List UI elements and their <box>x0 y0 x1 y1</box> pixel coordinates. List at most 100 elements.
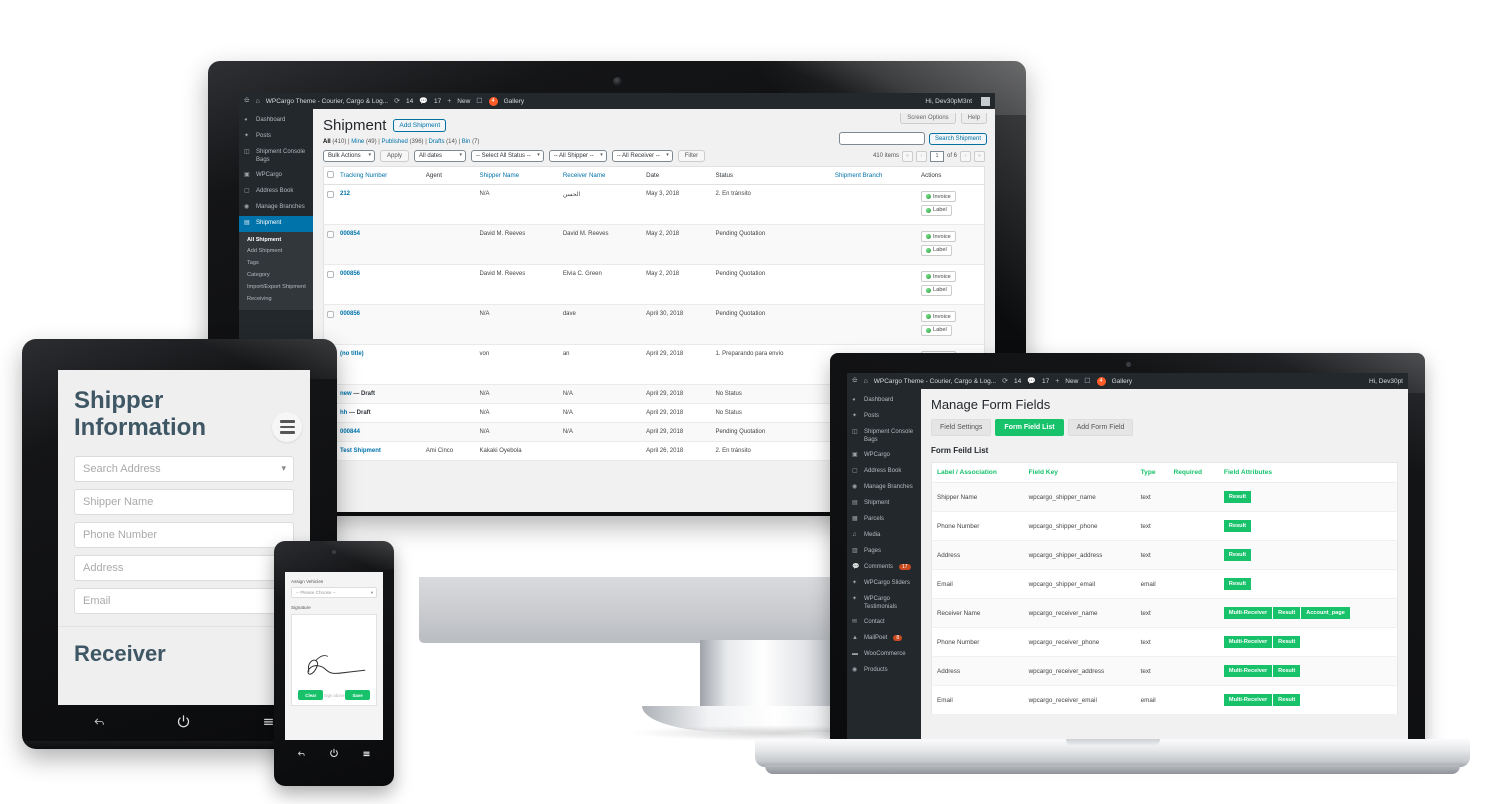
row-checkbox[interactable] <box>327 311 334 318</box>
sidebar-item-address-book[interactable]: ▢ Address Book <box>847 464 921 480</box>
sidebar-item-mailpoet[interactable]: ▲ MailPoet 8 <box>847 631 921 647</box>
avatar[interactable] <box>981 96 990 106</box>
sidebar-item-products[interactable]: ◉ Products <box>847 663 921 679</box>
invoice-button[interactable]: Invoice <box>921 311 956 322</box>
label-button[interactable]: Label <box>921 204 952 216</box>
last-page-button[interactable]: » <box>974 150 985 162</box>
view-link-bin[interactable]: Bin <box>462 139 472 145</box>
attribute-badge-result[interactable]: Result <box>1273 636 1301 648</box>
tab-form-field-list[interactable]: Form Field List <box>995 419 1064 436</box>
attribute-badge-multi-receiver[interactable]: Multi-Receiver <box>1223 636 1273 648</box>
power-icon[interactable] <box>329 748 339 758</box>
submenu-item-all-shipment[interactable]: All Shipment <box>239 234 313 246</box>
plus-icon[interactable]: + <box>447 98 451 105</box>
view-link-all[interactable]: All <box>323 139 332 145</box>
shipper-filter-select[interactable]: -- All Shipper -- <box>548 150 607 162</box>
shipment-link[interactable]: Test Shipment <box>340 448 381 454</box>
attribute-badge-result[interactable]: Result <box>1223 491 1252 503</box>
gallery-plugin-icon[interactable]: ☐ <box>1084 377 1090 385</box>
sidebar-item-shipment-console-bags[interactable]: ◫ Shipment Console Bags <box>239 145 313 168</box>
menu-overview-icon[interactable] <box>262 715 275 728</box>
search-input[interactable] <box>838 132 925 145</box>
tab-add-form-field[interactable]: Add Form Field <box>1067 419 1134 436</box>
attribute-badge-result[interactable]: Result <box>1273 694 1301 706</box>
notification-badge[interactable]: 4 <box>488 96 498 106</box>
sidebar-item-wpcargo[interactable]: ▣ WPCargo <box>847 448 921 464</box>
apply-button[interactable]: Apply <box>380 150 410 162</box>
shipper-name-input[interactable]: Shipper Name <box>74 488 294 515</box>
sidebar-item-comments[interactable]: 💬 Comments 17 <box>847 560 921 576</box>
column-header-shipper-name[interactable]: Shipper Name <box>476 166 560 185</box>
table-row[interactable]: 000856 David M. Reeves Elvia C. Green May 2… <box>323 264 985 305</box>
menu-overview-icon[interactable] <box>362 749 371 758</box>
row-checkbox[interactable] <box>327 231 334 238</box>
sidebar-item-shipment-console-bags[interactable]: ◫ Shipment Console Bags <box>847 425 921 448</box>
submenu-item-receiving[interactable]: Receiving <box>239 294 313 306</box>
add-shipment-button[interactable]: Add Shipment <box>393 119 447 132</box>
submenu-item-import-export-shipment[interactable]: Import/Export Shipment <box>239 282 313 294</box>
invoice-button[interactable]: Invoice <box>921 271 956 282</box>
label-button[interactable]: Label <box>921 284 952 296</box>
select-all-checkbox[interactable] <box>327 171 334 178</box>
clear-button[interactable]: Clear <box>298 690 324 700</box>
site-title[interactable]: WPCargo Theme - Courier, Cargo & Log... <box>266 98 388 105</box>
prev-page-button[interactable]: ‹ <box>915 150 927 162</box>
back-icon[interactable] <box>297 749 306 758</box>
sidebar-item-contact[interactable]: ✉ Contact <box>847 615 921 631</box>
comments-icon[interactable]: 💬 <box>419 97 428 105</box>
wordpress-logo-icon[interactable]: ⎒ <box>852 377 858 385</box>
sidebar-item-dashboard[interactable]: ◕ Dashboard <box>239 113 313 129</box>
sidebar-item-shipment[interactable]: ▤ Shipment <box>239 216 318 232</box>
bulk-actions-select[interactable]: Bulk Actions <box>323 150 375 162</box>
view-link-mine[interactable]: Mine <box>351 139 366 145</box>
shipper-address-input[interactable]: Address <box>74 554 294 581</box>
column-header-tracking-number[interactable]: Tracking Number <box>337 166 423 185</box>
shipment-link[interactable]: 000856 <box>340 311 360 317</box>
label-button[interactable]: Label <box>921 324 952 336</box>
submenu-item-category[interactable]: Category <box>239 270 313 282</box>
filter-button[interactable]: Filter <box>677 150 706 162</box>
sidebar-item-posts[interactable]: ✦ Posts <box>239 129 313 145</box>
gallery-plugin-icon[interactable]: ☐ <box>476 97 482 105</box>
sidebar-item-pages[interactable]: ▥ Pages <box>847 544 921 560</box>
shipper-email-input[interactable]: Email <box>74 587 294 614</box>
sidebar-item-dashboard[interactable]: ◕ Dashboard <box>847 393 921 409</box>
column-header-shipment-branch[interactable]: Shipment Branch <box>831 166 918 185</box>
attribute-badge-result[interactable]: Result <box>1223 578 1252 590</box>
attribute-badge-multi-receiver[interactable]: Multi-Receiver <box>1223 607 1273 619</box>
assign-vehicles-select[interactable]: -- Please Choose -- <box>291 587 377 598</box>
sidebar-item-address-book[interactable]: ▢ Address Book <box>239 184 313 200</box>
screen-options-button[interactable]: Screen Options <box>900 113 956 124</box>
sidebar-item-wpcargo-testimonials[interactable]: ✦ WPCargo Testimonials <box>847 592 921 615</box>
sidebar-item-woocommerce[interactable]: ▬ WooCommerce <box>847 647 921 663</box>
site-title[interactable]: WPCargo Theme - Courier, Cargo & Log... <box>874 378 996 385</box>
new-menu[interactable]: New <box>457 98 470 105</box>
new-menu[interactable]: New <box>1065 378 1078 385</box>
shipment-link[interactable]: new <box>340 391 352 397</box>
next-page-button[interactable]: › <box>960 150 971 162</box>
view-link-published[interactable]: Published <box>382 139 410 145</box>
invoice-button[interactable]: Invoice <box>921 231 956 242</box>
sidebar-item-parcels[interactable]: ▦ Parcels <box>847 512 921 528</box>
search-submit-button[interactable]: Search Shipment <box>928 132 987 145</box>
attribute-badge-account-page[interactable]: Account_page <box>1301 607 1350 619</box>
howdy-greeting[interactable]: Hi, Dev30pt <box>1369 378 1403 385</box>
sidebar-item-shipment[interactable]: ▤ Shipment <box>847 496 921 512</box>
gallery-menu[interactable]: Gallery <box>504 98 525 105</box>
attribute-badge-multi-receiver[interactable]: Multi-Receiver <box>1223 694 1273 706</box>
comments-count[interactable]: 17 <box>1042 378 1049 385</box>
current-page-input[interactable]: 1 <box>929 150 944 162</box>
invoice-button[interactable]: Invoice <box>921 191 956 202</box>
help-button[interactable]: Help <box>960 113 987 124</box>
attribute-badge-result[interactable]: Result <box>1273 607 1301 619</box>
howdy-greeting[interactable]: Hi, Dev30pM3nt <box>925 98 972 105</box>
attribute-badge-result[interactable]: Result <box>1223 520 1252 532</box>
row-checkbox[interactable] <box>327 271 334 278</box>
table-row[interactable]: 000856 N/A dave April 30, 2018 Pending Quota… <box>323 304 985 345</box>
gallery-menu[interactable]: Gallery <box>1112 378 1133 385</box>
receiver-filter-select[interactable]: -- All Receiver -- <box>611 150 673 162</box>
sidebar-item-manage-branches[interactable]: ◉ Manage Branches <box>847 480 921 496</box>
comments-icon[interactable]: 💬 <box>1027 377 1036 385</box>
updates-count[interactable]: 14 <box>406 98 413 105</box>
attribute-badge-result[interactable]: Result <box>1223 549 1252 561</box>
